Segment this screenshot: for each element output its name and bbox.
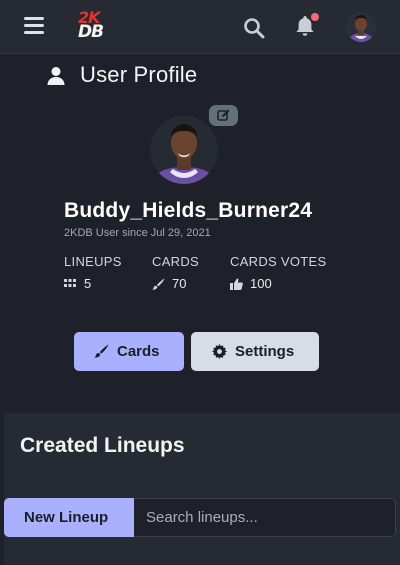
new-lineup-button[interactable]: New Lineup (4, 498, 134, 537)
top-navbar: 2K DB (0, 0, 400, 54)
edit-icon (217, 109, 230, 121)
stat-lineups: LINEUPS 5 (64, 254, 122, 292)
brush-icon (152, 278, 165, 290)
brush-icon (94, 344, 109, 358)
avatar[interactable] (346, 12, 376, 42)
settings-button[interactable]: Settings (191, 332, 319, 371)
cards-button[interactable]: Cards (74, 332, 184, 371)
grid-icon (64, 279, 76, 287)
search-icon[interactable] (243, 17, 265, 39)
page-title: User Profile (80, 62, 198, 87)
new-lineup-label: New Lineup (24, 509, 109, 526)
stat-cards-votes: CARDS VOTES 100 (230, 254, 326, 292)
search-lineups-input[interactable] (134, 498, 396, 537)
stat-value: 100 (250, 276, 272, 291)
stat-label: CARDS (152, 254, 200, 269)
settings-button-label: Settings (235, 343, 295, 360)
edit-avatar-button[interactable] (209, 105, 238, 126)
created-lineups-panel: Created Lineups New Lineup (4, 413, 400, 565)
user-icon (47, 67, 65, 85)
profile-avatar (150, 116, 218, 184)
stat-label: CARDS VOTES (230, 254, 327, 269)
stat-value: 5 (84, 276, 92, 291)
menu-icon[interactable] (24, 17, 44, 35)
stat-cards: CARDS 70 (152, 254, 199, 292)
stat-label: LINEUPS (64, 254, 122, 269)
stat-value: 70 (172, 276, 187, 291)
username: Buddy_Hields_Burner24 (64, 199, 313, 222)
site-logo[interactable]: 2K DB (78, 10, 114, 42)
section-title: Created Lineups (20, 434, 185, 457)
thumbs-up-icon (230, 278, 243, 290)
notification-dot (311, 13, 319, 21)
member-since: 2KDB User since Jul 29, 2021 (64, 227, 211, 239)
cards-button-label: Cards (117, 343, 160, 360)
gear-icon (212, 344, 227, 359)
